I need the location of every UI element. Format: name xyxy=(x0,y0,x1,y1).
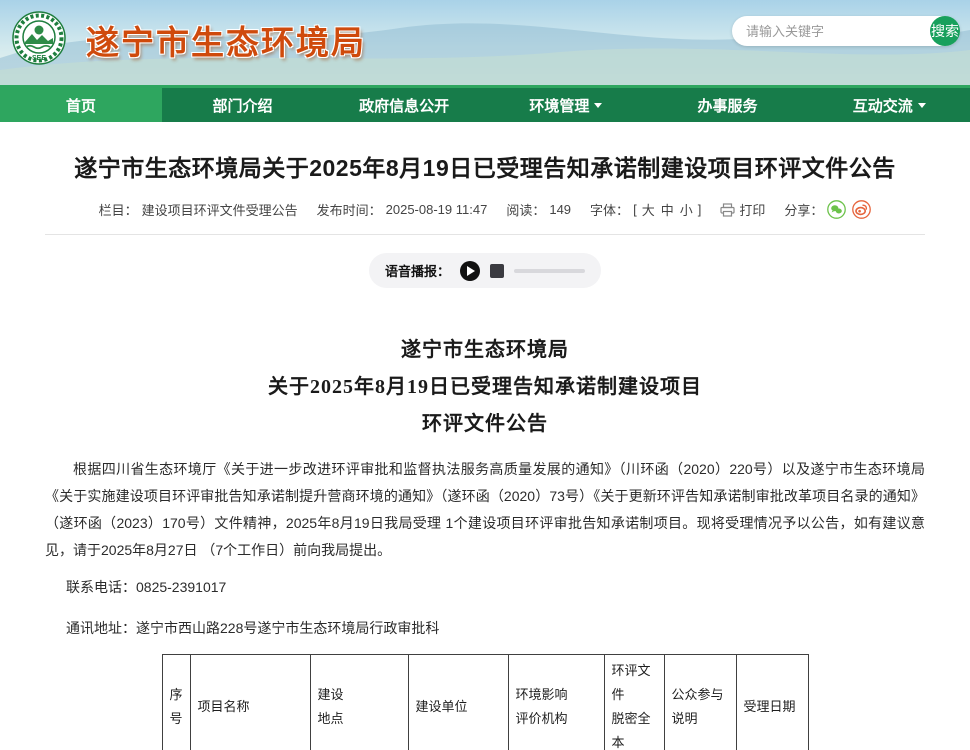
font-size-large-button[interactable]: 大 xyxy=(642,200,655,219)
nav-item-interaction[interactable]: 互动交流 xyxy=(808,88,970,122)
contact-phone: 联系电话：0825-2391017 xyxy=(45,577,925,597)
col-header-index: 序号 xyxy=(162,655,190,750)
print-label: 打印 xyxy=(739,200,765,219)
site-name: 遂宁市生态环境局 xyxy=(86,16,366,64)
views-value: 149 xyxy=(549,202,571,217)
nav-label: 首页 xyxy=(66,95,96,116)
meta-category: 栏目： 建设项目环评文件受理公告 xyxy=(99,200,298,219)
col-header-acceptance-date: 受理日期 xyxy=(736,655,808,750)
publish-time-value: 2025-08-19 11:47 xyxy=(386,202,488,217)
stop-button[interactable] xyxy=(490,264,504,278)
col-header-project-name: 项目名称 xyxy=(190,655,310,750)
doc-heading-line-1: 遂宁市生态环境局 xyxy=(45,332,925,369)
col-header-eia-agency: 环境影响 评价机构 xyxy=(508,655,604,750)
audio-player-label: 语音播报： xyxy=(385,261,450,280)
contact-address: 通讯地址：遂宁市西山路228号遂宁市生态环境局行政审批科 xyxy=(45,618,925,638)
meta-font-size: 字体： [ 大 中 小 ] xyxy=(590,200,701,219)
print-button[interactable]: 打印 xyxy=(720,200,765,219)
font-size-label: 字体： xyxy=(590,200,629,219)
play-button[interactable] xyxy=(460,261,480,281)
font-size-small-button[interactable]: 小 xyxy=(680,200,693,219)
col-header-public-participation: 公众参与 说明 xyxy=(664,655,736,750)
article-meta: 栏目： 建设项目环评文件受理公告 发布时间： 2025-08-19 11:47 … xyxy=(45,200,925,219)
meta-publish-time: 发布时间： 2025-08-19 11:47 xyxy=(317,200,488,219)
article-paragraph: 根据四川省生态环境厅《关于进一步改进环评审批和监督执法服务高质量发展的通知》（川… xyxy=(45,456,925,564)
share-icons xyxy=(827,200,871,219)
search-input[interactable] xyxy=(732,24,930,39)
nav-label: 办事服务 xyxy=(698,95,758,116)
logo-text: SEE xyxy=(32,55,46,62)
chevron-down-icon xyxy=(594,103,602,108)
table-header-row: 序号 项目名称 建设 地点 建设单位 环境影响 评价机构 环评文件 脱密全本 公… xyxy=(162,655,808,750)
col-header-eia-document: 环评文件 脱密全本 xyxy=(604,655,664,750)
nav-label: 政府信息公开 xyxy=(359,95,449,116)
nav-label: 互动交流 xyxy=(853,95,913,116)
nav-label: 部门介绍 xyxy=(213,95,273,116)
nav-label: 环境管理 xyxy=(529,95,589,116)
page-title: 遂宁市生态环境局关于2025年8月19日已受理告知承诺制建设项目环评文件公告 xyxy=(45,149,925,183)
nav-item-env-management[interactable]: 环境管理 xyxy=(485,88,647,122)
col-header-location: 建设 地点 xyxy=(310,655,408,750)
col-header-builder: 建设单位 xyxy=(408,655,508,750)
nav-item-services[interactable]: 办事服务 xyxy=(647,88,809,122)
category-value: 建设项目环评文件受理公告 xyxy=(142,200,298,219)
article-page: 遂宁市生态环境局关于2025年8月19日已受理告知承诺制建设项目环评文件公告 栏… xyxy=(0,149,970,750)
divider xyxy=(45,234,925,235)
audio-progress-bar[interactable] xyxy=(514,269,585,273)
nav-item-gov-info[interactable]: 政府信息公开 xyxy=(323,88,485,122)
search-bar: 搜索 xyxy=(732,16,960,46)
search-button[interactable]: 搜索 xyxy=(930,16,960,46)
category-label: 栏目： xyxy=(99,200,138,219)
views-label: 阅读： xyxy=(506,200,545,219)
doc-heading-line-2: 关于2025年8月19日已受理告知承诺制建设项目 xyxy=(45,369,925,406)
bracket: ] xyxy=(698,202,702,217)
meta-views: 阅读： 149 xyxy=(506,200,571,219)
document-headings: 遂宁市生态环境局 关于2025年8月19日已受理告知承诺制建设项目 环评文件公告 xyxy=(45,332,925,443)
printer-icon xyxy=(720,203,735,217)
publish-time-label: 发布时间： xyxy=(317,200,382,219)
main-navigation: 首页 部门介绍 政府信息公开 环境管理 办事服务 互动交流 xyxy=(0,85,970,122)
bracket: [ xyxy=(633,202,637,217)
doc-heading-line-3: 环评文件公告 xyxy=(45,406,925,443)
meta-share: 分享： xyxy=(784,200,871,219)
site-header: SEE 遂宁市生态环境局 搜索 xyxy=(0,0,970,85)
nav-item-department-intro[interactable]: 部门介绍 xyxy=(162,88,324,122)
environment-bureau-emblem-icon: SEE xyxy=(12,11,66,65)
accepted-projects-table: 序号 项目名称 建设 地点 建设单位 环境影响 评价机构 环评文件 脱密全本 公… xyxy=(162,654,809,750)
nav-item-home[interactable]: 首页 xyxy=(0,88,162,122)
wechat-icon[interactable] xyxy=(827,200,846,219)
weibo-icon[interactable] xyxy=(852,200,871,219)
site-logo[interactable]: SEE xyxy=(12,11,66,65)
chevron-down-icon xyxy=(918,103,926,108)
font-size-medium-button[interactable]: 中 xyxy=(661,200,674,219)
audio-player: 语音播报： xyxy=(369,253,601,288)
share-label: 分享： xyxy=(784,200,823,219)
